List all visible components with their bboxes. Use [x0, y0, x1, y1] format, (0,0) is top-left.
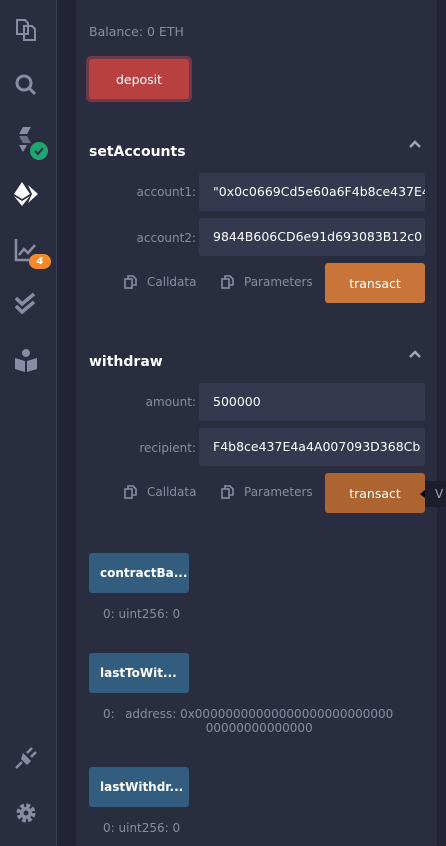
deposit-button[interactable]: deposit — [89, 59, 189, 99]
transact-button[interactable]: transact — [325, 263, 425, 303]
compiled-success-badge — [30, 142, 48, 160]
copy-icon — [124, 275, 137, 289]
calldata-label: Calldata — [147, 275, 197, 289]
chevron-up-icon[interactable] — [409, 140, 421, 148]
analysis-count-badge: 4 — [29, 254, 51, 269]
param-label: account1: — [136, 185, 196, 199]
copy-calldata-button[interactable]: Calldata — [124, 485, 196, 499]
function-title-setAccounts: setAccounts — [89, 144, 186, 160]
copy-parameters-button[interactable]: Parameters — [221, 275, 313, 289]
copy-icon — [124, 485, 137, 499]
deployed-contract-panel: Balance: 0 ETH deposit setAccounts accou… — [76, 0, 437, 846]
chevron-up-icon[interactable] — [409, 350, 421, 358]
testing-icon[interactable] — [8, 287, 44, 323]
call-output: 0: address: 0x000000000000000000000000000… — [103, 707, 394, 735]
analysis-icon[interactable]: 4 — [8, 232, 51, 269]
call-button-lastToWithdraw[interactable]: lastToWit... — [89, 653, 189, 693]
tooltip-arrow — [420, 490, 425, 498]
panel-divider — [58, 0, 76, 846]
account1-input[interactable]: "0x0c0669Cd5e60a6F4b8ce437E4 — [199, 173, 425, 211]
parameters-label: Parameters — [244, 275, 313, 289]
tooltip: V — [425, 481, 446, 507]
plugin-manager-icon[interactable] — [8, 740, 44, 776]
deploy-run-icon[interactable] — [8, 176, 44, 212]
param-label: account2: — [136, 231, 196, 245]
settings-icon[interactable] — [8, 795, 44, 831]
calldata-label: Calldata — [147, 485, 197, 499]
balance-label: Balance: 0 ETH — [89, 24, 184, 39]
call-button-lastWithdrawAmount[interactable]: lastWithdr... — [89, 767, 189, 807]
copy-parameters-button[interactable]: Parameters — [221, 485, 313, 499]
amount-input[interactable]: 500000 — [199, 383, 425, 421]
call-output: 0: uint256: 0 — [103, 607, 181, 621]
account2-input[interactable]: 9844B606CD6e91d693083B12c0 — [199, 218, 425, 256]
param-label: recipient: — [139, 441, 196, 455]
search-icon[interactable] — [8, 67, 44, 103]
transact-button[interactable]: transact — [325, 473, 425, 513]
icon-sidebar: 4 — [0, 0, 57, 846]
recipient-input[interactable]: F4b8ce437E4a4A007093D368Cb — [199, 428, 425, 466]
learneth-icon[interactable] — [8, 343, 44, 379]
file-explorer-icon[interactable] — [8, 12, 44, 48]
scrollbar-track[interactable] — [437, 0, 446, 846]
function-title-withdraw: withdraw — [89, 354, 163, 370]
solidity-compiler-icon[interactable] — [8, 122, 48, 160]
copy-icon — [221, 275, 234, 289]
parameters-label: Parameters — [244, 485, 313, 499]
copy-calldata-button[interactable]: Calldata — [124, 275, 196, 289]
call-output: 0: uint256: 0 — [103, 821, 181, 835]
param-label: amount: — [145, 395, 196, 409]
copy-icon — [221, 485, 234, 499]
call-button-contractBalance[interactable]: contractBa... — [89, 553, 189, 593]
